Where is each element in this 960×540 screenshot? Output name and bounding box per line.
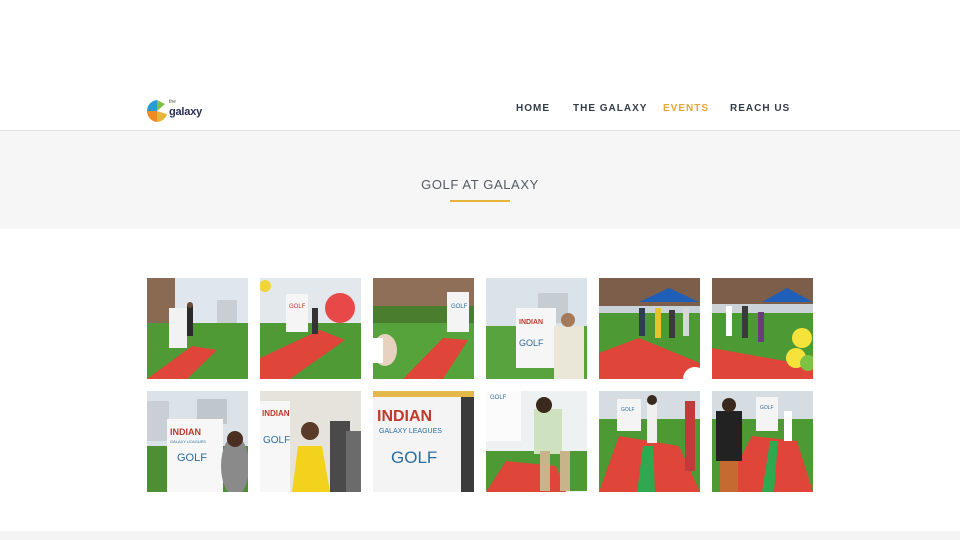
- svg-text:INDIAN: INDIAN: [519, 319, 543, 326]
- svg-text:INDIAN: INDIAN: [170, 427, 201, 437]
- main-nav: HOME THE GALAXY EVENTS REACH US: [0, 103, 960, 117]
- gallery-photo-4[interactable]: INDIAN GOLF: [486, 278, 587, 379]
- svg-text:INDIAN: INDIAN: [377, 408, 432, 425]
- nav-item-the-galaxy[interactable]: THE GALAXY: [573, 103, 647, 114]
- gallery-photo-10[interactable]: GOLF: [486, 391, 587, 492]
- nav-item-home[interactable]: HOME: [516, 103, 550, 114]
- svg-text:GALAXY LEAGUES: GALAXY LEAGUES: [170, 439, 206, 444]
- gallery-photo-12[interactable]: GOLF: [712, 391, 813, 492]
- svg-text:GALAXY LEAGUES: GALAXY LEAGUES: [379, 428, 442, 435]
- svg-text:GOLF: GOLF: [451, 304, 468, 310]
- gallery-photo-5[interactable]: [599, 278, 700, 379]
- page-title: GOLF AT GALAXY: [421, 177, 539, 192]
- footer-band: [0, 531, 960, 540]
- site-header: the galaxy HOME THE GALAXY EVENTS REACH …: [0, 0, 960, 131]
- svg-text:GOLF: GOLF: [519, 338, 544, 348]
- photo-2-banner: GOLF: [289, 304, 306, 310]
- gallery-photo-6[interactable]: [712, 278, 813, 379]
- page-title-band: GOLF AT GALAXY: [0, 131, 960, 229]
- gallery-photo-9[interactable]: INDIAN GALAXY LEAGUES GOLF: [373, 391, 474, 492]
- gallery-photo-7[interactable]: INDIAN GALAXY LEAGUES GOLF: [147, 391, 248, 492]
- svg-text:GOLF: GOLF: [177, 452, 207, 464]
- svg-text:INDIAN: INDIAN: [262, 409, 290, 418]
- gallery-photo-11[interactable]: GOLF: [599, 391, 700, 492]
- photo-gallery: GOLF GOLF INDIAN GOLF INDIAN GALAXY LEAG…: [147, 278, 817, 492]
- nav-item-events[interactable]: EVENTS: [663, 103, 709, 114]
- nav-item-reach-us[interactable]: REACH US: [730, 103, 790, 114]
- svg-text:GOLF: GOLF: [760, 405, 774, 411]
- svg-text:GOLF: GOLF: [621, 407, 635, 413]
- svg-text:GOLF: GOLF: [263, 435, 290, 446]
- svg-text:GOLF: GOLF: [490, 395, 507, 401]
- gallery-photo-2[interactable]: GOLF: [260, 278, 361, 379]
- title-underline: [450, 200, 510, 202]
- gallery-photo-3[interactable]: GOLF: [373, 278, 474, 379]
- gallery-photo-8[interactable]: INDIAN GOLF: [260, 391, 361, 492]
- svg-text:GOLF: GOLF: [391, 448, 437, 467]
- gallery-photo-1[interactable]: [147, 278, 248, 379]
